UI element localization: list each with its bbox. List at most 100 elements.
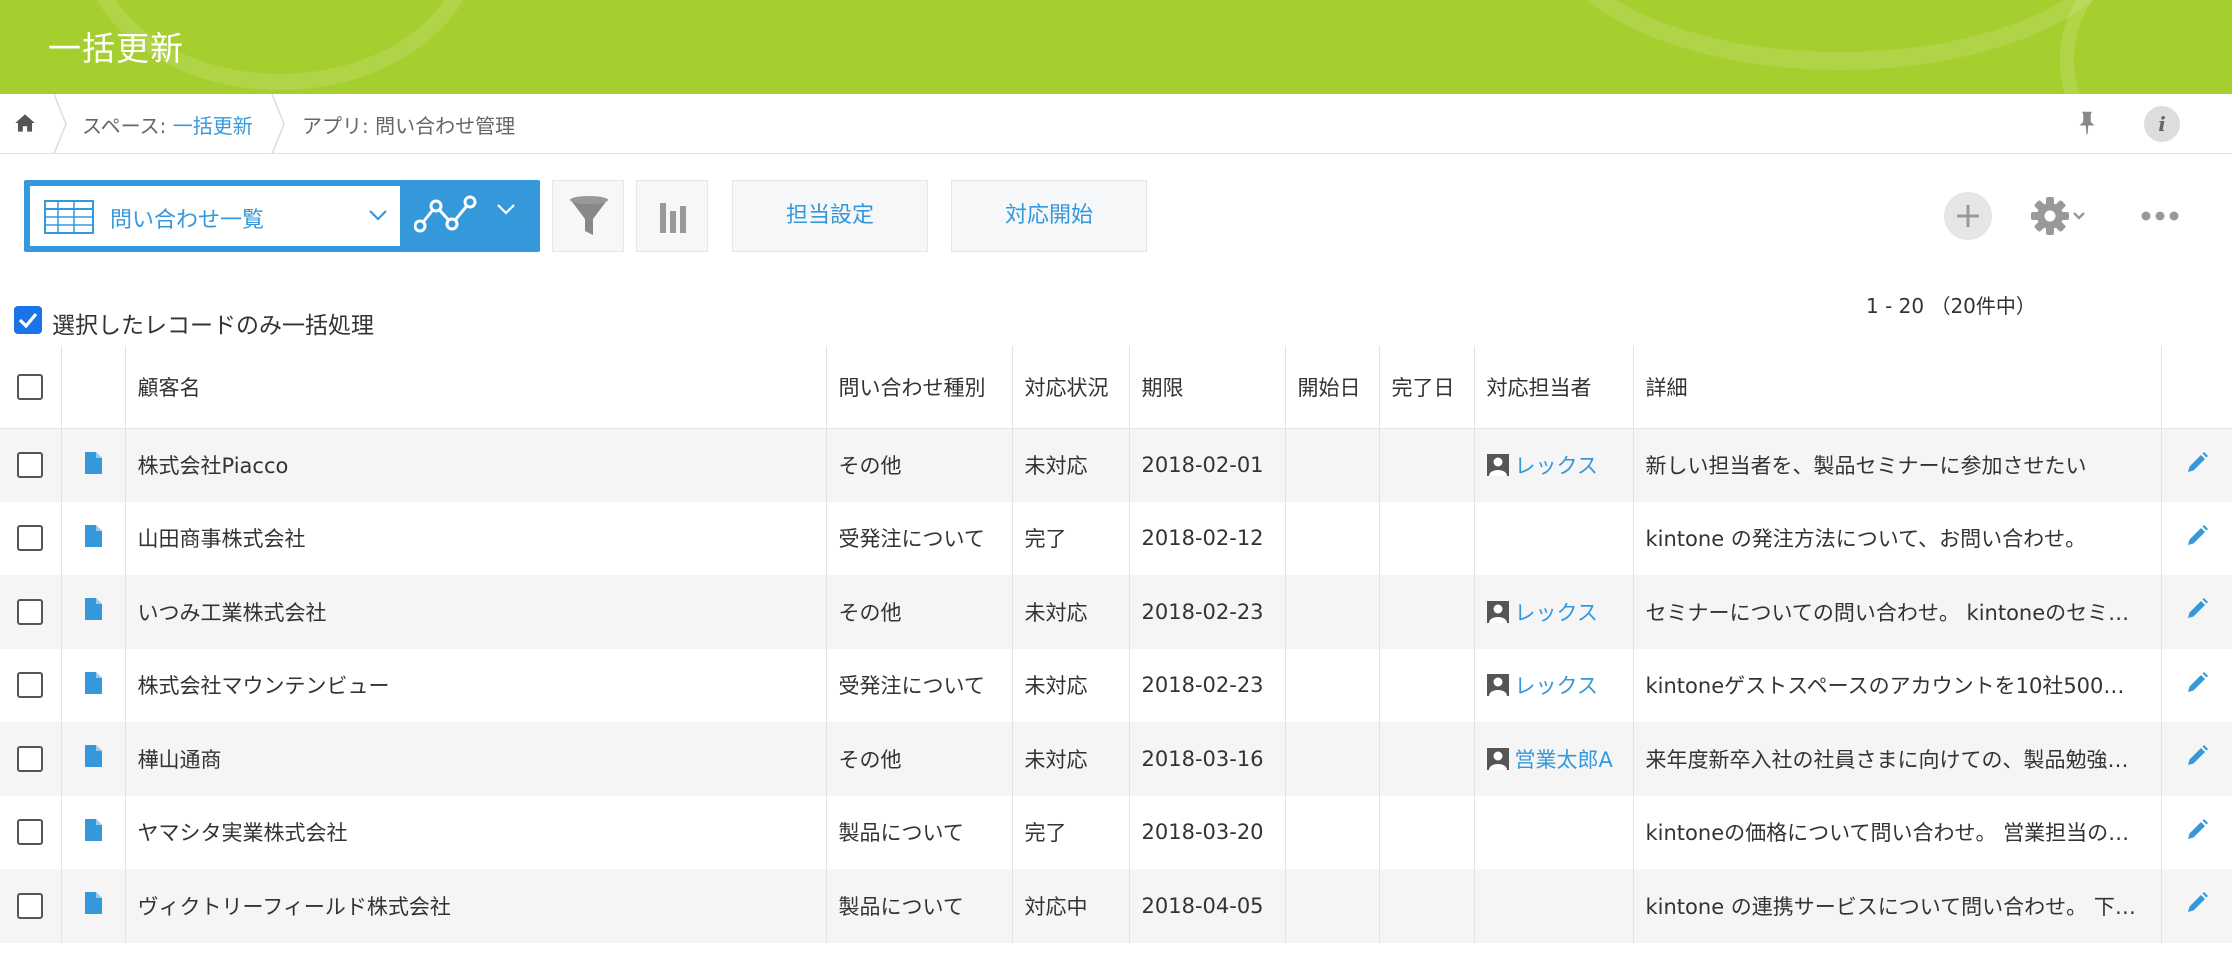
assignee-link[interactable]: レックス [1486, 600, 1598, 625]
due-date-cell: 2018-02-01 [1129, 428, 1286, 502]
assignee-cell: レックス [1474, 648, 1634, 722]
home-icon[interactable] [12, 110, 38, 136]
breadcrumb-space-prefix: スペース: [82, 114, 173, 138]
document-icon[interactable] [83, 818, 103, 842]
due-date-cell: 2018-02-23 [1129, 648, 1286, 722]
column-header[interactable]: 対応担当者 [1474, 346, 1634, 429]
customer-name-cell: 株式会社Piacco [125, 428, 827, 502]
document-icon[interactable] [83, 597, 103, 621]
detail-cell: 新しい担当者を、製品セミナーに参加させたい [1633, 428, 2162, 502]
app-settings-button[interactable] [2028, 194, 2092, 238]
column-header[interactable]: 完了日 [1379, 346, 1475, 429]
batch-label: 選択したレコードのみ一括処理 [52, 313, 374, 339]
pencil-icon[interactable] [2185, 671, 2209, 695]
row-checkbox[interactable] [17, 892, 44, 919]
row-checkbox[interactable] [17, 745, 44, 772]
assignee-name: レックス [1514, 600, 1598, 625]
record-detail-cell [61, 795, 126, 869]
add-record-button[interactable] [1944, 192, 1992, 240]
start-button[interactable]: 対応開始 [951, 180, 1147, 252]
status-cell: 未対応 [1012, 575, 1130, 649]
filter-icon [570, 196, 608, 235]
row-checkbox[interactable] [17, 598, 44, 625]
document-icon[interactable] [83, 524, 103, 548]
detail-cell: kintoneの価格について問い合わせ。 営業担当の… [1633, 795, 2162, 869]
select-all-checkbox[interactable] [17, 373, 44, 400]
batch-checkbox[interactable] [14, 306, 42, 334]
row-checkbox[interactable] [17, 525, 44, 552]
table-row: 山田商事株式会社 受発注について 完了 2018-02-12 kintone の… [0, 501, 2232, 575]
row-select-cell [0, 648, 62, 722]
pencil-icon[interactable] [2185, 524, 2209, 548]
table-view-icon [44, 200, 94, 234]
pencil-icon[interactable] [2185, 891, 2209, 915]
customer-name-cell: ヴィクトリーフィールド株式会社 [125, 869, 827, 943]
row-select-cell [0, 428, 62, 502]
pencil-icon[interactable] [2185, 744, 2209, 768]
column-header[interactable]: 期限 [1129, 346, 1286, 429]
row-select-cell [0, 795, 62, 869]
column-header[interactable]: 詳細 [1633, 346, 2162, 429]
assignee-link[interactable]: 営業太郎A [1486, 747, 1613, 772]
status-cell: 完了 [1012, 795, 1130, 869]
due-date-cell: 2018-02-12 [1129, 501, 1286, 575]
column-header[interactable]: 問い合わせ種別 [826, 346, 1013, 429]
gear-icon [2031, 197, 2085, 235]
assignee-cell [1474, 795, 1634, 869]
column-header[interactable]: 対応状況 [1012, 346, 1130, 429]
view-dropdown[interactable]: 問い合わせ一覧 [30, 186, 400, 246]
pin-icon[interactable] [2072, 108, 2102, 138]
view-selector[interactable]: 問い合わせ一覧 [24, 180, 540, 252]
document-icon[interactable] [83, 744, 103, 768]
detail-cell: kintone の発注方法について、お問い合わせ。 [1633, 501, 2162, 575]
inquiry-type-cell: 受発注について [826, 501, 1013, 575]
graph-icon[interactable] [414, 192, 478, 238]
start-date-cell [1285, 869, 1380, 943]
row-select-cell [0, 501, 62, 575]
status-cell: 未対応 [1012, 428, 1130, 502]
row-checkbox[interactable] [17, 452, 44, 478]
edit-cell [2161, 722, 2232, 796]
chevron-down-icon[interactable] [496, 202, 516, 216]
bar-chart-icon [660, 203, 686, 233]
start-date-cell [1285, 795, 1380, 869]
done-date-cell [1379, 575, 1475, 649]
graph-settings-button[interactable] [636, 180, 708, 252]
breadcrumb-space-link[interactable]: 一括更新 [173, 114, 253, 138]
due-date-cell: 2018-03-20 [1129, 795, 1286, 869]
start-date-cell [1285, 575, 1380, 649]
assignee-cell: レックス [1474, 575, 1634, 649]
done-date-cell [1379, 795, 1475, 869]
assignee-link[interactable]: レックス [1486, 454, 1598, 478]
customer-name-cell: 樺山通商 [125, 722, 827, 796]
row-select-cell [0, 869, 62, 943]
detail-cell: セミナーについての問い合わせ。 kintoneのセミ… [1633, 575, 2162, 649]
column-header[interactable]: 開始日 [1285, 346, 1380, 429]
row-checkbox[interactable] [17, 819, 44, 846]
pagination-info: 1 - 20 （20件中） [1866, 294, 2036, 318]
status-cell: 対応中 [1012, 869, 1130, 943]
inquiry-type-cell: その他 [826, 575, 1013, 649]
document-icon[interactable] [83, 671, 103, 695]
assignee-link[interactable]: レックス [1486, 674, 1598, 698]
table-header-row: 顧客名 問い合わせ種別 対応状況 期限 開始日 完了日 対応担当者 詳細 [0, 346, 2232, 429]
pencil-icon[interactable] [2185, 818, 2209, 842]
document-icon[interactable] [83, 451, 103, 475]
filter-button[interactable] [552, 180, 624, 252]
row-checkbox[interactable] [17, 672, 44, 699]
pencil-icon[interactable] [2185, 597, 2209, 621]
pencil-icon[interactable] [2185, 451, 2209, 475]
select-all-cell [0, 346, 62, 429]
customer-name-cell: 株式会社マウンテンビュー [125, 648, 827, 722]
more-options-button[interactable] [2140, 204, 2180, 228]
assign-button[interactable]: 担当設定 [732, 180, 928, 252]
plus-icon [1957, 205, 1979, 227]
start-date-cell [1285, 501, 1380, 575]
status-cell: 完了 [1012, 501, 1130, 575]
column-header[interactable]: 顧客名 [125, 346, 827, 429]
document-icon[interactable] [83, 891, 103, 915]
user-icon [1486, 454, 1509, 476]
assignee-name: 営業太郎A [1514, 747, 1613, 772]
record-detail-cell [61, 428, 126, 502]
info-icon[interactable]: i [2144, 106, 2180, 142]
